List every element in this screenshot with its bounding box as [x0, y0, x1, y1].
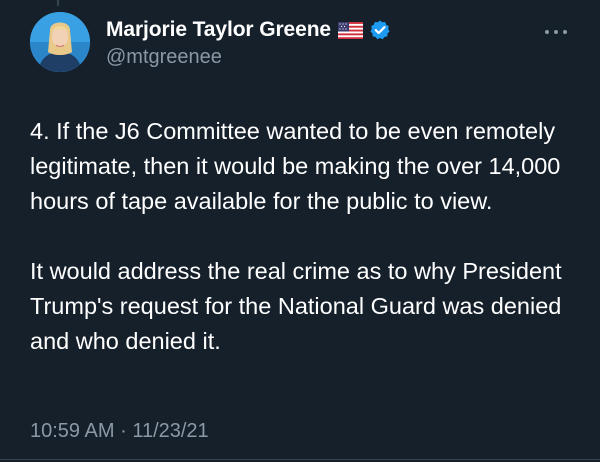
tweet-paragraph-2: It would address the real crime as to wh…	[30, 258, 562, 354]
author-display-name[interactable]: Marjorie Taylor Greene	[106, 18, 331, 42]
tweet-time: 10:59 AM	[30, 420, 115, 442]
more-options-icon[interactable]	[541, 24, 571, 34]
author-handle[interactable]: @mtgreenee	[106, 46, 222, 69]
timestamp-separator: ·	[120, 420, 127, 442]
avatar[interactable]	[30, 12, 90, 72]
us-flag-icon	[338, 21, 363, 39]
tweet-timestamp[interactable]: 10:59 AM · 11/23/21	[30, 420, 209, 443]
tweet-card: Marjorie Taylor Greene @mtgreenee 4. If …	[0, 0, 600, 462]
thread-connector-line	[57, 0, 59, 6]
author-name-row: Marjorie Taylor Greene	[106, 17, 391, 43]
tweet-body: 4. If the J6 Committee wanted to be even…	[30, 114, 585, 359]
avatar-image	[30, 12, 90, 72]
tweet-date: 11/23/21	[132, 420, 209, 442]
verified-badge-icon	[369, 19, 391, 41]
bottom-divider	[0, 459, 600, 460]
tweet-paragraph-1: 4. If the J6 Committee wanted to be even…	[30, 118, 561, 214]
